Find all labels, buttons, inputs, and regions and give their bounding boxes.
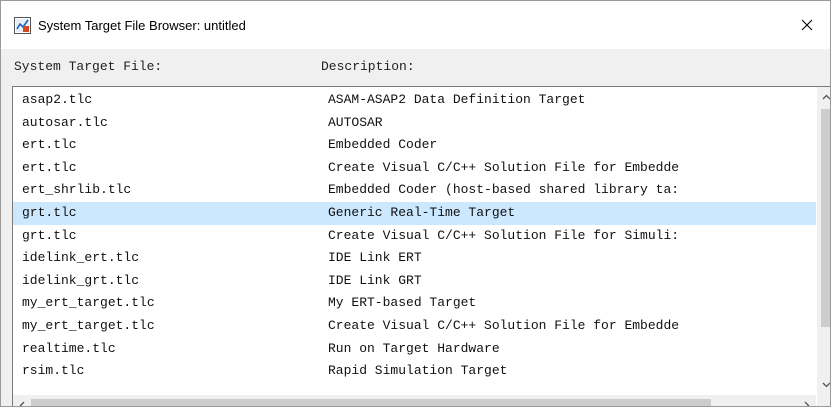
target-file-list[interactable]: asap2.tlc ASAM-ASAP2 Data Definition Targ… <box>12 86 830 406</box>
target-description: IDE Link GRT <box>328 272 422 288</box>
target-description: IDE Link ERT <box>328 250 422 266</box>
list-item[interactable]: realtime.tlc Run on Target Hardware <box>13 338 816 361</box>
close-button[interactable] <box>784 1 830 49</box>
chevron-right-icon <box>804 401 810 406</box>
scroll-left-button[interactable] <box>13 395 31 406</box>
target-description: My ERT-based Target <box>328 295 477 311</box>
list-item[interactable]: my_ert_target.tlc Create Visual C/C++ Sol… <box>13 315 816 338</box>
target-description: Run on Target Hardware <box>328 340 500 356</box>
horizontal-scroll-thumb[interactable] <box>31 399 711 406</box>
column-header-description: Description: <box>321 59 415 74</box>
target-description: Embedded Coder <box>328 137 438 153</box>
list-item[interactable]: my_ert_target.tlc My ERT-based Target <box>13 292 816 315</box>
list-item[interactable]: autosar.tlc AUTOSAR <box>13 112 816 135</box>
close-icon <box>801 19 813 31</box>
target-description: ASAM-ASAP2 Data Definition Target <box>328 92 586 107</box>
target-description: Generic Real-Time Target <box>328 204 516 220</box>
vertical-scroll-thumb[interactable] <box>821 109 830 327</box>
target-file-name: ert.tlc <box>22 137 77 153</box>
target-file-name: grt.tlc <box>22 204 77 220</box>
list-item-selected[interactable]: grt.tlc Generic Real-Time Target <box>13 201 816 225</box>
vertical-scrollbar[interactable] <box>817 87 830 406</box>
scroll-down-button[interactable] <box>817 375 830 394</box>
horizontal-scrollbar[interactable] <box>13 395 816 406</box>
list-item[interactable]: asap2.tlc ASAM-ASAP2 Data Definition Targ… <box>13 89 816 112</box>
list-item[interactable]: idelink_grt.tlc IDE Link GRT <box>13 270 816 293</box>
target-description: AUTOSAR <box>328 114 383 130</box>
target-description: Create Visual C/C++ Solution File for Si… <box>328 227 680 243</box>
simulink-app-icon <box>14 17 31 34</box>
list-item[interactable]: rsim.tlc Rapid Simulation Target <box>13 360 816 383</box>
target-description: Create Visual C/C++ Solution File for Em… <box>328 159 680 175</box>
target-browser-window: System Target File Browser: untitled Sys… <box>0 0 831 407</box>
target-description: Create Visual C/C++ Solution File for Em… <box>328 317 680 333</box>
list-item[interactable]: ert.tlc Embedded Coder <box>13 134 816 157</box>
list-item[interactable]: ert.tlc Create Visual C/C++ Solution File… <box>13 157 816 180</box>
target-file-name: asap2.tlc <box>22 92 93 107</box>
target-file-name: autosar.tlc <box>22 114 108 130</box>
target-file-name: idelink_ert.tlc <box>22 250 140 266</box>
chevron-up-icon <box>822 94 830 99</box>
chevron-down-icon <box>822 382 830 387</box>
target-file-name: ert_shrlib.tlc <box>22 182 132 198</box>
list-item[interactable]: grt.tlc Create Visual C/C++ Solution File… <box>13 225 816 248</box>
target-file-name: ert.tlc <box>22 159 77 175</box>
list-item[interactable]: ert_shrlib.tlc Embedded Coder (host-based… <box>13 179 816 202</box>
target-description: Rapid Simulation Target <box>328 363 508 379</box>
scroll-up-button[interactable] <box>817 87 830 106</box>
list-rows: asap2.tlc ASAM-ASAP2 Data Definition Targ… <box>13 89 816 383</box>
column-header-row: System Target File: Description: <box>1 53 830 79</box>
list-item[interactable]: idelink_ert.tlc IDE Link ERT <box>13 247 816 270</box>
scroll-right-button[interactable] <box>798 395 816 406</box>
target-file-name: my_ert_target.tlc <box>22 295 155 311</box>
chevron-left-icon <box>19 401 25 406</box>
target-file-name: rsim.tlc <box>22 363 85 379</box>
window-title: System Target File Browser: untitled <box>38 18 246 33</box>
target-file-name: grt.tlc <box>22 227 77 243</box>
target-file-name: realtime.tlc <box>22 340 116 356</box>
target-description: Embedded Coder (host-based shared librar… <box>328 182 680 198</box>
target-file-name: my_ert_target.tlc <box>22 317 155 333</box>
target-file-name: idelink_grt.tlc <box>22 272 140 288</box>
title-bar: System Target File Browser: untitled <box>1 1 830 49</box>
column-header-file: System Target File: <box>14 59 163 74</box>
